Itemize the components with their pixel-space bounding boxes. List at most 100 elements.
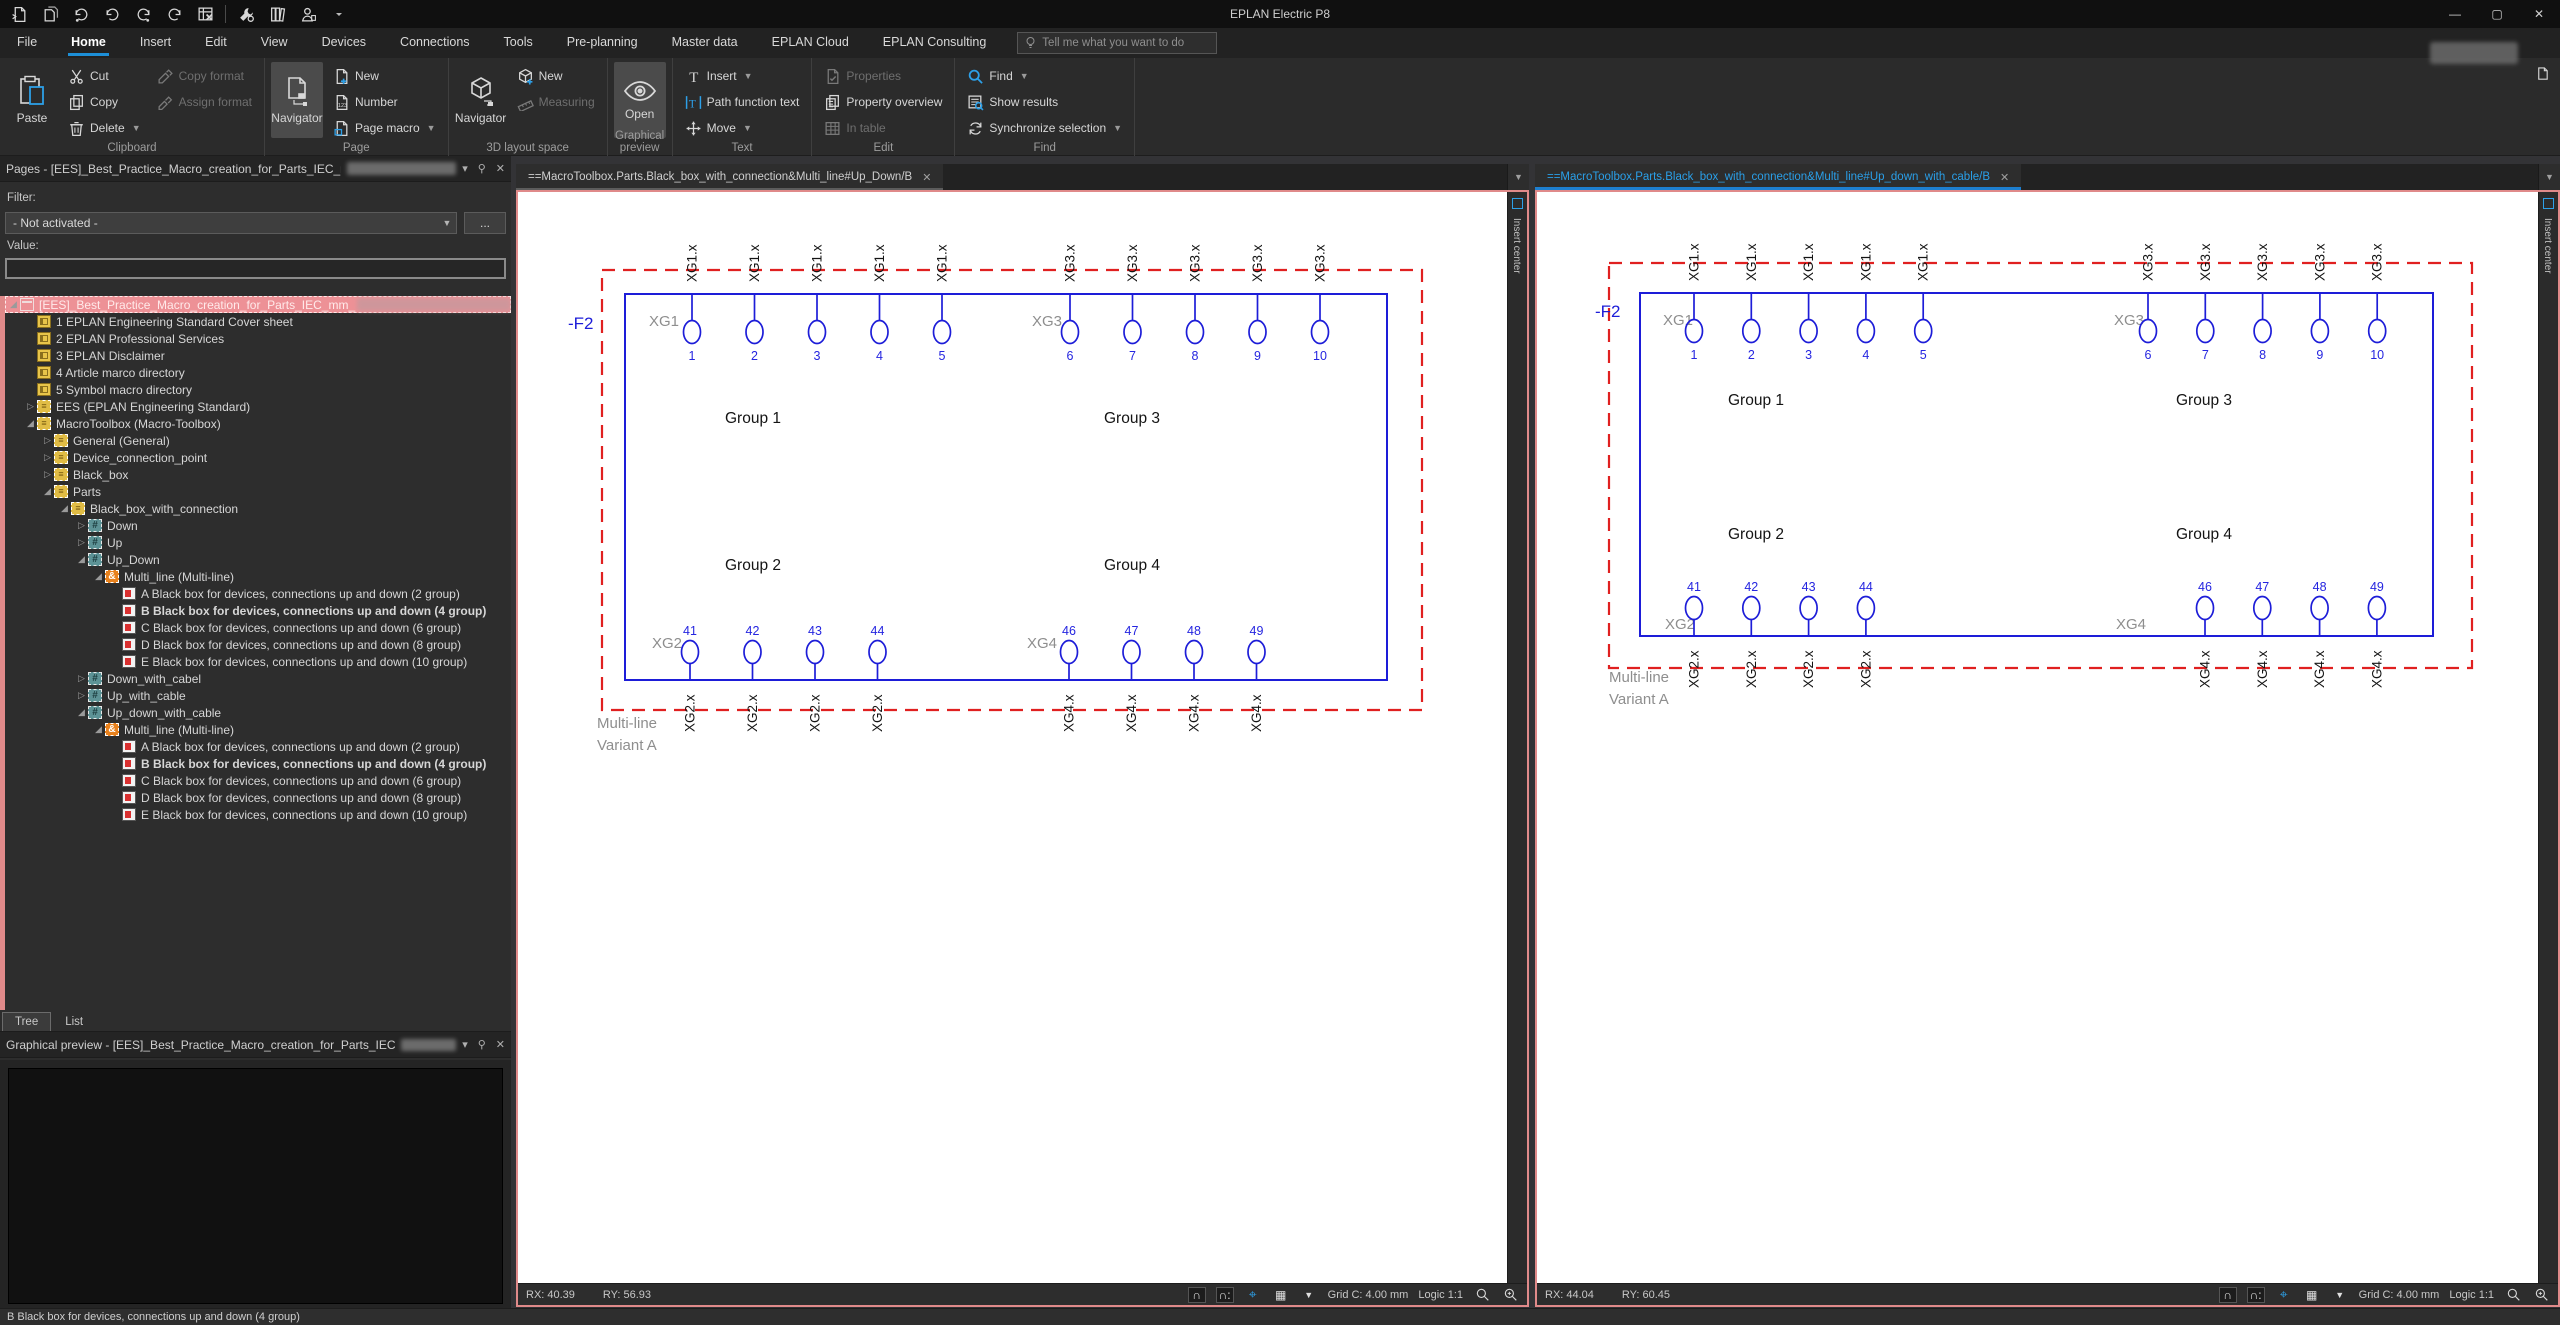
- tree-item[interactable]: ◢ [EES]_Best_Practice_Macro_creation_for_…: [5, 296, 511, 313]
- in-table-button[interactable]: In table: [818, 116, 948, 140]
- insert-center-tab[interactable]: Insert center: [1507, 192, 1527, 1283]
- panel-menu-icon[interactable]: ▾: [462, 162, 468, 175]
- expand-icon[interactable]: ◢: [7, 299, 20, 310]
- navigator-button[interactable]: Navigator: [455, 62, 507, 138]
- menu-eplan-cloud[interactable]: EPLAN Cloud: [755, 28, 866, 58]
- ribbon-collapse-icon[interactable]: [2535, 66, 2550, 81]
- menu-pre-planning[interactable]: Pre-planning: [550, 28, 655, 58]
- tree-item[interactable]: C Black box for devices, connections up …: [5, 619, 511, 636]
- expand-icon[interactable]: ▷: [75, 690, 88, 701]
- expand-icon[interactable]: ▷: [75, 673, 88, 684]
- tree-item[interactable]: C Black box for devices, connections up …: [5, 772, 511, 789]
- tree-item[interactable]: D Black box for devices, connections up …: [5, 636, 511, 653]
- pin-icon[interactable]: ⚲: [478, 162, 486, 175]
- editor-tab-active[interactable]: ==MacroToolbox.Parts.Black_box_with_conn…: [1535, 164, 2022, 190]
- value-input[interactable]: [5, 258, 506, 279]
- find-button[interactable]: Find ▼: [961, 64, 1128, 88]
- expand-icon[interactable]: ▷: [41, 452, 54, 463]
- zoom-area-icon[interactable]: [1501, 1287, 1519, 1303]
- path-function-text-button[interactable]: T Path function text: [679, 90, 806, 114]
- tree-item[interactable]: B Black box for devices, connections up …: [5, 755, 511, 772]
- expand-icon[interactable]: ▷: [75, 520, 88, 531]
- tree-item[interactable]: ▷ ≡ EES (EPLAN Engineering Standard): [5, 398, 511, 415]
- copy-format-button[interactable]: Copy format: [151, 64, 258, 88]
- filter-combobox[interactable]: - Not activated - ▼: [5, 212, 457, 234]
- insert-center-tab[interactable]: Insert center: [2538, 192, 2558, 1283]
- panel-menu-icon[interactable]: ▾: [462, 1038, 468, 1051]
- measuring-button[interactable]: Measuring: [511, 90, 601, 114]
- expand-icon[interactable]: ▷: [41, 435, 54, 446]
- close-tab-icon[interactable]: ✕: [2000, 171, 2009, 184]
- expand-icon[interactable]: ▷: [24, 401, 37, 412]
- snap-target-icon[interactable]: ⌖: [2275, 1286, 2293, 1303]
- maximize-button[interactable]: ▢: [2476, 0, 2518, 28]
- tell-me-search[interactable]: Tell me what you want to do: [1017, 32, 1218, 54]
- open-button[interactable]: Open: [613, 62, 666, 138]
- menu-insert[interactable]: Insert: [123, 28, 188, 58]
- minimize-button[interactable]: —: [2434, 0, 2476, 28]
- tree-item[interactable]: ▷ ≡ Device_connection_point: [5, 449, 511, 466]
- tree-item[interactable]: ▷ ≡ Black_box: [5, 466, 511, 483]
- tree-item[interactable]: 4 Article marco directory: [5, 364, 511, 381]
- assign-format-button[interactable]: Assign format: [151, 90, 258, 114]
- zoom-area-icon[interactable]: [2532, 1287, 2550, 1303]
- tree-item[interactable]: ◢ ≡ Black_box_with_connection: [5, 500, 511, 517]
- page-macro-button[interactable]: Page macro ▼: [327, 116, 442, 140]
- tree-item[interactable]: A Black box for devices, connections up …: [5, 585, 511, 602]
- close-icon[interactable]: ✕: [496, 1038, 505, 1051]
- tree-item[interactable]: ◢ ≡ MacroToolbox (Macro-Toolbox): [5, 415, 511, 432]
- tab-list-dropdown[interactable]: ▼: [1507, 164, 1529, 190]
- editor-tab[interactable]: ==MacroToolbox.Parts.Black_box_with_conn…: [516, 164, 944, 190]
- new-button[interactable]: New: [327, 64, 442, 88]
- wire-jump-icon[interactable]: ∩: [2218, 1286, 2237, 1303]
- expand-icon[interactable]: ◢: [75, 707, 88, 718]
- grid-style-icon[interactable]: ▦: [1272, 1287, 1290, 1303]
- tree-item[interactable]: ▷ # Down_with_cabel: [5, 670, 511, 687]
- wire-jump-alt-icon[interactable]: ∩:: [2246, 1286, 2265, 1303]
- paste-button[interactable]: Paste: [6, 62, 58, 138]
- tree-item[interactable]: E Black box for devices, connections up …: [5, 806, 511, 823]
- synchronize-selection-button[interactable]: Synchronize selection ▼: [961, 116, 1128, 140]
- caret-down-icon[interactable]: ▼: [2331, 1287, 2349, 1303]
- insert-button[interactable]: T Insert ▼: [679, 64, 806, 88]
- menu-home[interactable]: Home: [54, 28, 123, 58]
- zoom-lens-icon[interactable]: [1473, 1287, 1491, 1303]
- menu-eplan-consulting[interactable]: EPLAN Consulting: [866, 28, 1004, 58]
- tab-list-dropdown[interactable]: ▼: [2538, 164, 2560, 190]
- menu-edit[interactable]: Edit: [188, 28, 244, 58]
- menu-master-data[interactable]: Master data: [655, 28, 755, 58]
- expand-icon[interactable]: ◢: [92, 724, 105, 735]
- chevron-down-icon[interactable]: ▼: [438, 218, 456, 228]
- expand-icon[interactable]: ◢: [92, 571, 105, 582]
- wire-jump-icon[interactable]: ∩: [1187, 1286, 1206, 1303]
- pin-icon[interactable]: ⚲: [478, 1038, 486, 1051]
- schematic-canvas[interactable]: -F2 XG1 1 XG1.x 2 XG1.x 3 XG1.x 4 XG1.x 5 XG1.x XG3 6…: [518, 192, 1507, 1283]
- tree-item[interactable]: 3 EPLAN Disclaimer: [5, 347, 511, 364]
- expand-icon[interactable]: ▷: [75, 537, 88, 548]
- menu-tools[interactable]: Tools: [487, 28, 550, 58]
- move-button[interactable]: Move ▼: [679, 116, 806, 140]
- menu-connections[interactable]: Connections: [383, 28, 487, 58]
- tab-list[interactable]: List: [53, 1013, 95, 1031]
- tree-item[interactable]: B Black box for devices, connections up …: [5, 602, 511, 619]
- tab-tree[interactable]: Tree: [2, 1012, 52, 1031]
- tree-item[interactable]: 2 EPLAN Professional Services: [5, 330, 511, 347]
- tree-item[interactable]: 5 Symbol macro directory: [5, 381, 511, 398]
- menu-file[interactable]: File: [0, 28, 54, 58]
- number-button[interactable]: 123 Number: [327, 90, 442, 114]
- tree-item[interactable]: ▷ # Down: [5, 517, 511, 534]
- grid-style-icon[interactable]: ▦: [2303, 1287, 2321, 1303]
- tree-item[interactable]: ▷ # Up: [5, 534, 511, 551]
- copy-button[interactable]: Copy: [62, 90, 147, 114]
- expand-icon[interactable]: ◢: [75, 554, 88, 565]
- expand-icon[interactable]: ◢: [58, 503, 71, 514]
- expand-icon[interactable]: ◢: [41, 486, 54, 497]
- menu-devices[interactable]: Devices: [305, 28, 383, 58]
- delete-button[interactable]: Delete ▼: [62, 116, 147, 140]
- filter-more-button[interactable]: ...: [464, 212, 506, 234]
- schematic-canvas[interactable]: -F2 XG1 1 XG1.x 2 XG1.x 3 XG1.x 4 XG1.x 5 XG1.x XG3 6…: [1537, 192, 2538, 1283]
- expand-icon[interactable]: ◢: [24, 418, 37, 429]
- show-results-button[interactable]: Show results: [961, 90, 1128, 114]
- tree-item[interactable]: 1 EPLAN Engineering Standard Cover sheet: [5, 313, 511, 330]
- tree-item[interactable]: ▷ # Up_with_cable: [5, 687, 511, 704]
